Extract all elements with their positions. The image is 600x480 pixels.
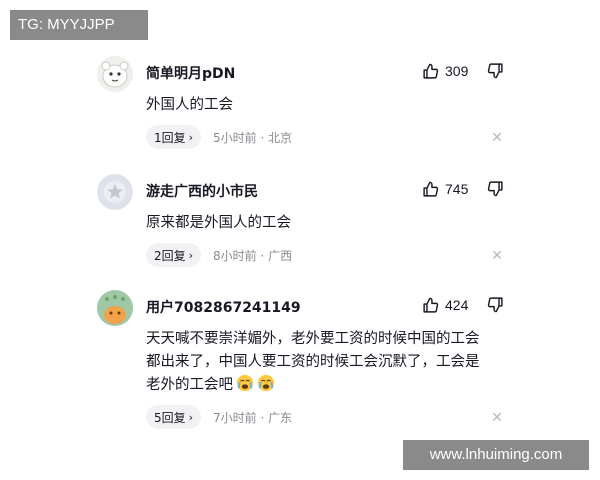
avatar[interactable] xyxy=(97,174,133,210)
like-button[interactable]: 745 xyxy=(422,178,468,200)
crying-emoji-icon xyxy=(236,374,254,392)
time-location: 7小时前 · 广东 xyxy=(213,410,293,425)
reply-label: 5回复 xyxy=(154,410,186,425)
username[interactable]: 简单明月pDN xyxy=(146,63,235,83)
username[interactable]: 游走广西的小市民 xyxy=(146,181,258,201)
default-avatar-icon xyxy=(97,174,133,210)
like-button[interactable]: 424 xyxy=(422,294,468,316)
dislike-button[interactable] xyxy=(487,62,504,79)
dislike-button[interactable] xyxy=(487,296,504,313)
like-count: 424 xyxy=(445,297,469,313)
comment-line: 都出来了，中国人要工资的时候工会沉默了，工会是 xyxy=(146,354,480,370)
comment-line-text: 老外的工会吧 xyxy=(146,377,233,393)
reply-label: 1回复 xyxy=(154,130,186,145)
comment-text: 原来都是外国人的工会 xyxy=(146,215,291,231)
reply-button[interactable]: 2回复 › xyxy=(146,243,202,267)
comment-text: 天天喊不要崇洋媚外，老外要工资的时候中国的工会 都出来了，中国人要工资的时候工会… xyxy=(146,328,514,397)
comment-line: 老外的工会吧 xyxy=(146,374,514,397)
dislike-button[interactable] xyxy=(487,180,504,197)
comment-meta: 2回复 › 8小时前 · 广西 xyxy=(146,243,292,267)
time-location: 8小时前 · 广西 xyxy=(213,248,293,263)
chevron-right-icon: › xyxy=(188,248,194,262)
reply-label: 2回复 xyxy=(154,248,186,263)
thumbs-down-icon xyxy=(487,297,503,313)
cartoon-avatar-icon xyxy=(97,290,133,326)
avatar[interactable] xyxy=(97,56,133,92)
close-icon[interactable]: ✕ xyxy=(490,249,504,263)
thumbs-up-icon xyxy=(423,63,439,79)
close-icon[interactable]: ✕ xyxy=(490,131,504,145)
comment-meta: 1回复 › 5小时前 · 北京 xyxy=(146,125,292,149)
thumbs-down-icon xyxy=(487,63,503,79)
like-button[interactable]: 309 xyxy=(422,60,468,82)
comment-line: 天天喊不要崇洋媚外，老外要工资的时候中国的工会 xyxy=(146,331,480,347)
comment-meta: 5回复 › 7小时前 · 广东 xyxy=(146,405,292,429)
cartoon-avatar-icon xyxy=(97,56,133,92)
thumbs-up-icon xyxy=(423,181,439,197)
time-location: 5小时前 · 北京 xyxy=(213,130,293,145)
like-count: 309 xyxy=(445,63,469,79)
watermark-top: TG: MYYJJPP xyxy=(10,10,148,40)
like-count: 745 xyxy=(445,181,469,197)
close-icon[interactable]: ✕ xyxy=(490,411,504,425)
crying-emoji-icon xyxy=(257,374,275,392)
chevron-right-icon: › xyxy=(188,130,194,144)
thumbs-up-icon xyxy=(423,297,439,313)
comment-text: 外国人的工会 xyxy=(146,97,233,113)
reply-button[interactable]: 5回复 › xyxy=(146,405,202,429)
avatar[interactable] xyxy=(97,290,133,326)
chevron-right-icon: › xyxy=(188,410,194,424)
thumbs-down-icon xyxy=(487,181,503,197)
username[interactable]: 用户7082867241149 xyxy=(146,297,301,317)
watermark-bottom: www.lnhuiming.com xyxy=(403,440,589,470)
reply-button[interactable]: 1回复 › xyxy=(146,125,202,149)
